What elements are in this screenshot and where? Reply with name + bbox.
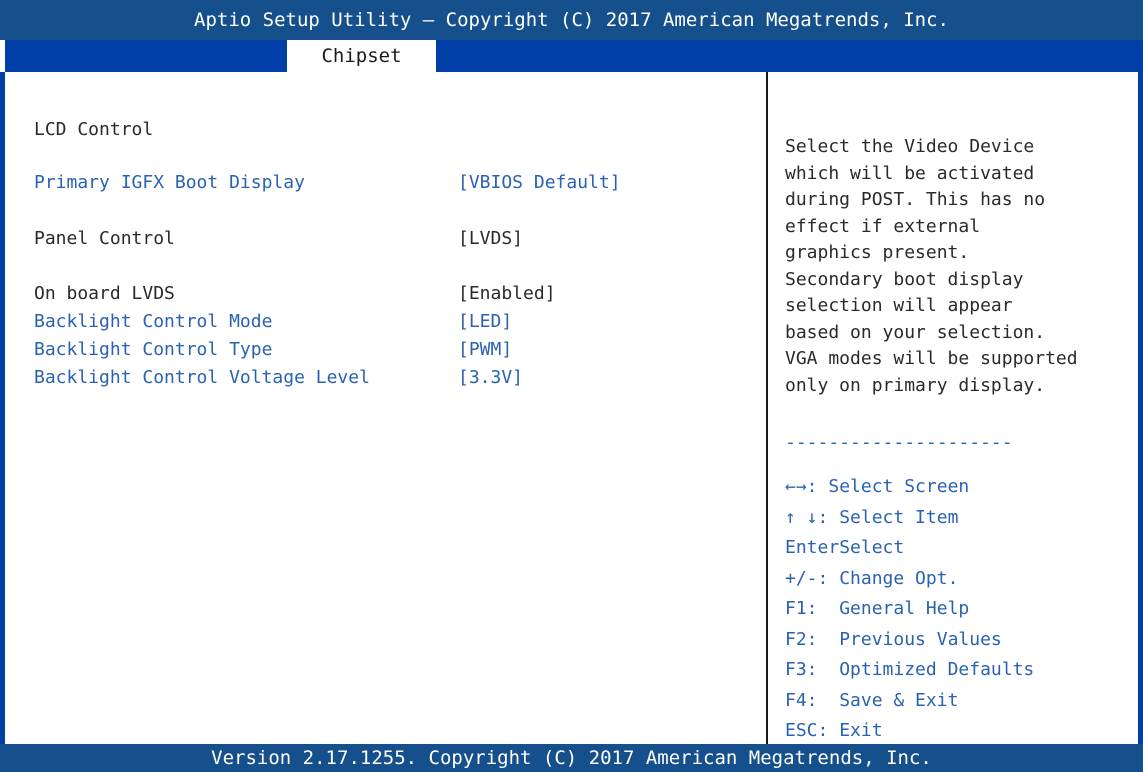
key-desc: Save & Exit: [839, 689, 959, 711]
setting-value[interactable]: [3.3V]: [458, 364, 523, 392]
tab-bar: Chipset: [0, 40, 1143, 72]
key-enter: Enter: [785, 537, 840, 558]
key-legend-item: F2: Previous Values: [785, 625, 1141, 656]
key-f4: F4:: [785, 689, 818, 711]
bios-setup-screen: Aptio Setup Utility – Copyright (C) 2017…: [0, 0, 1143, 772]
key-f3: F3:: [785, 659, 818, 680]
help-line: based on your selection.: [785, 321, 1046, 343]
help-separator: ---------------------: [785, 432, 1013, 453]
help-line: during POST. This has no: [785, 189, 1046, 210]
setting-value[interactable]: [VBIOS Default]: [458, 169, 621, 197]
help-line: VGA modes will be supported: [785, 348, 1078, 369]
help-line: selection will appear: [785, 295, 1013, 316]
key-desc: Exit: [839, 720, 883, 741]
setting-label: On board LVDS: [34, 283, 175, 304]
key-desc: Change Opt.: [839, 567, 959, 589]
key-legend-item: F1: General Help: [785, 594, 1141, 625]
key-desc: Select: [839, 537, 905, 558]
key-legend-item: F3: Optimized Defaults: [785, 655, 1141, 686]
tab-chipset-label: Chipset: [321, 45, 402, 67]
key-esc: ESC:: [785, 720, 829, 741]
key-plus-minus: +/-:: [785, 567, 829, 589]
section-title-label: LCD Control: [34, 119, 154, 140]
key-legend-item: ↑ ↓: Select Item: [785, 503, 1141, 534]
help-line: Select the Video Device: [785, 136, 1035, 157]
setting-value: [LVDS]: [458, 228, 524, 249]
key-desc: Optimized Defaults: [839, 659, 1035, 680]
key-desc: Select Item: [839, 506, 959, 528]
key-desc: Select Screen: [828, 476, 970, 497]
help-line: effect if external: [785, 215, 981, 237]
help-line: only on primary display.: [785, 374, 1046, 396]
setting-value: [Enabled]: [458, 283, 556, 304]
key-legend-item: +/-: Change Opt.: [785, 564, 1141, 595]
setting-label: Backlight Control Voltage Level: [34, 367, 370, 388]
key-desc: General Help: [839, 598, 970, 619]
help-line: graphics present.: [785, 242, 970, 263]
key-legend-item: ESC: Exit: [785, 716, 1141, 747]
setting-value[interactable]: [PWM]: [458, 336, 512, 364]
setting-label: Primary IGFX Boot Display: [34, 172, 305, 193]
tab-chipset[interactable]: Chipset: [287, 40, 436, 72]
key-arrows-ud: ↑ ↓:: [785, 506, 829, 528]
setting-label: Panel Control: [34, 228, 175, 249]
key-legend: ←→: Select Screen ↑ ↓: Select Item Enter…: [785, 472, 1141, 747]
key-legend-item: EnterSelect: [785, 533, 1141, 564]
setting-value[interactable]: [LED]: [458, 308, 512, 336]
app-title: Aptio Setup Utility – Copyright (C) 2017…: [194, 9, 949, 31]
settings-panel: LCD Control Primary IGFX Boot Display [V…: [5, 72, 766, 744]
key-desc: Previous Values: [839, 628, 1002, 650]
setting-label: Backlight Control Mode: [34, 311, 273, 332]
help-text: Select the Video Device which will be ac…: [785, 134, 1141, 399]
key-legend-item: F4: Save & Exit: [785, 686, 1141, 717]
setting-label: Backlight Control Type: [34, 339, 273, 360]
key-arrows-lr: ←→:: [785, 476, 818, 497]
key-f2: F2:: [785, 628, 818, 650]
tab-bar-edge: [0, 40, 5, 72]
key-legend-item: ←→: Select Screen: [785, 472, 1141, 503]
help-line: which will be activated: [785, 162, 1035, 184]
key-f1: F1:: [785, 598, 818, 619]
help-line: Secondary boot display: [785, 268, 1024, 290]
footer-version: Version 2.17.1255. Copyright (C) 2017 Am…: [211, 747, 932, 769]
footer-bar: Version 2.17.1255. Copyright (C) 2017 Am…: [0, 744, 1143, 772]
panel-divider: [766, 72, 768, 744]
title-bar: Aptio Setup Utility – Copyright (C) 2017…: [0, 0, 1143, 40]
